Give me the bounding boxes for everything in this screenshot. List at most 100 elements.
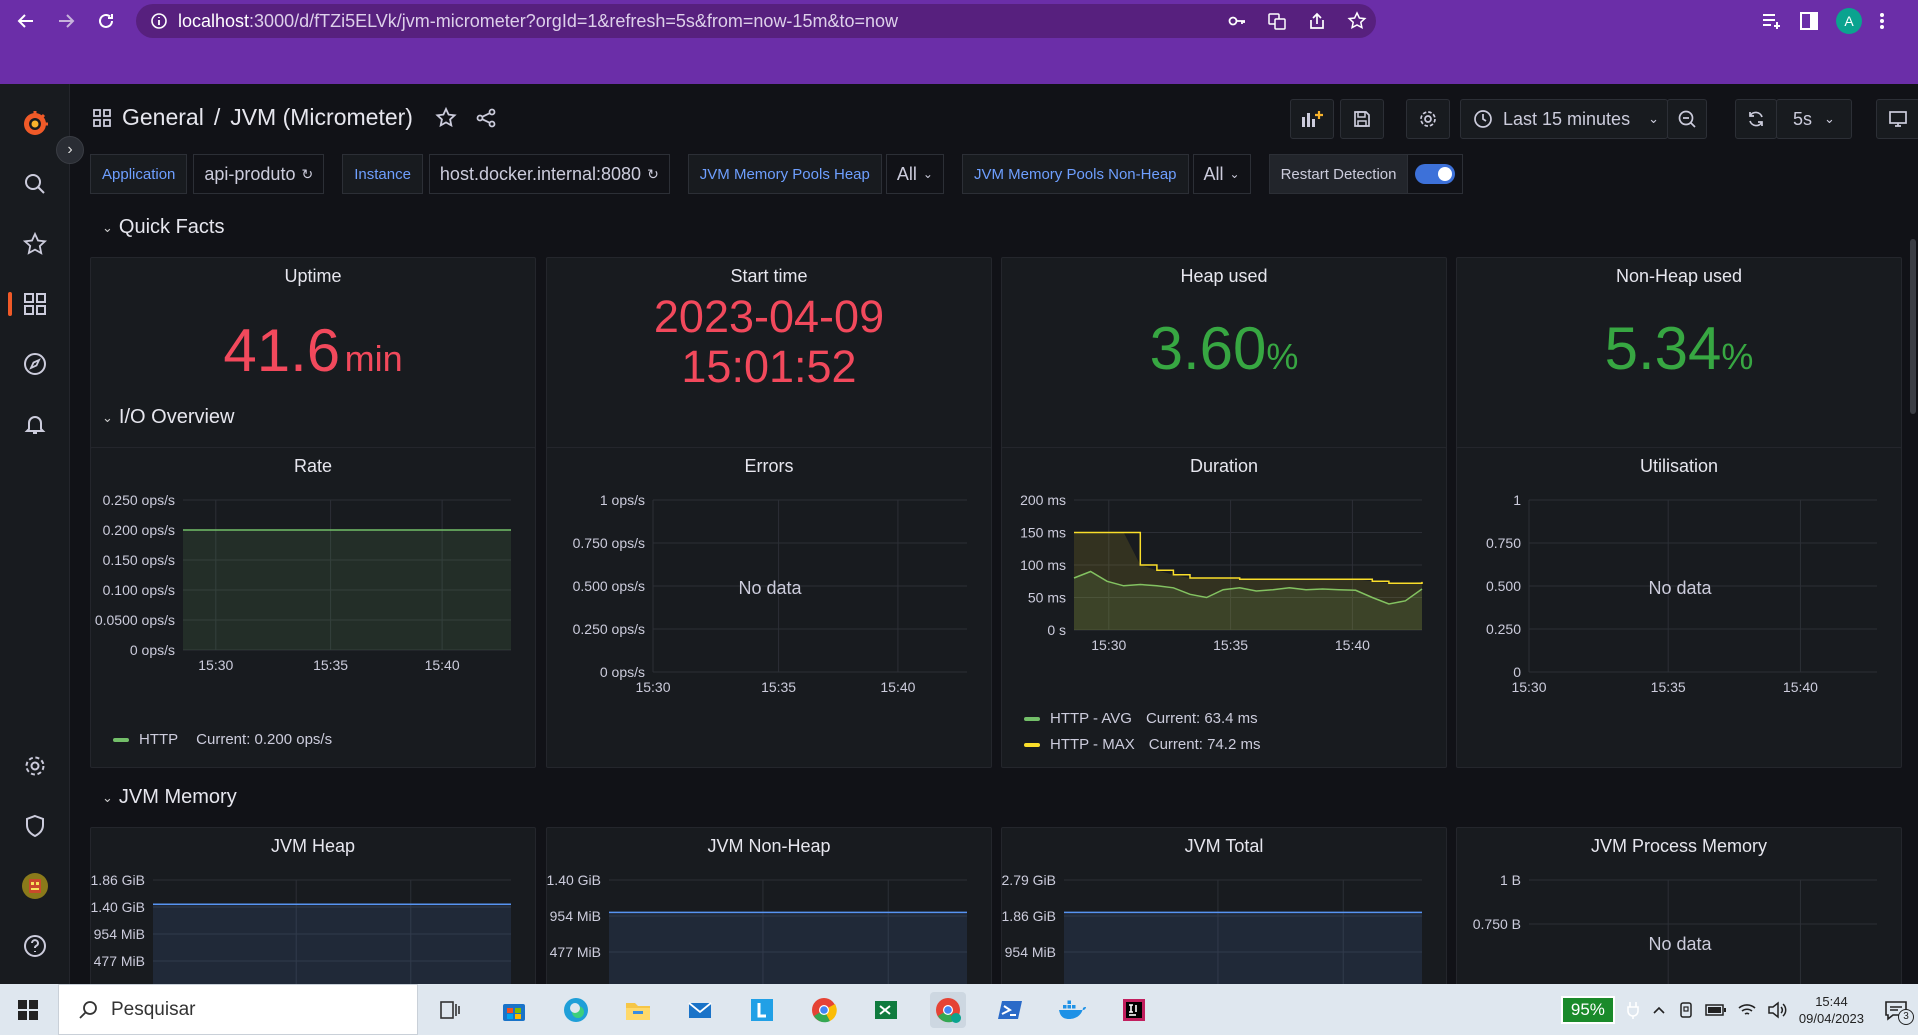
y-tick-label: 150 ms bbox=[1020, 525, 1066, 541]
reading-list-icon[interactable] bbox=[1760, 10, 1782, 32]
mail-icon[interactable] bbox=[682, 992, 718, 1028]
lens-app-icon[interactable] bbox=[744, 992, 780, 1028]
user-avatar-icon[interactable] bbox=[0, 866, 70, 906]
windows-start-button[interactable] bbox=[0, 984, 56, 1035]
back-button[interactable] bbox=[6, 1, 46, 41]
battery-icon[interactable] bbox=[1705, 1003, 1727, 1017]
explore-compass-icon[interactable] bbox=[0, 344, 70, 384]
panel-title-uptime: Uptime bbox=[284, 266, 342, 286]
panel-jvm-process-memory[interactable]: JVM Process Memory 1 B 0.750 B No data bbox=[1456, 827, 1902, 997]
share-icon[interactable] bbox=[1306, 10, 1328, 32]
docker-icon[interactable] bbox=[1054, 992, 1090, 1028]
powershell-icon[interactable] bbox=[992, 992, 1028, 1028]
panel-heap-used[interactable]: Heap used 3.60% bbox=[1001, 257, 1447, 473]
panel-jvm-heap[interactable]: JVM Heap 1.86 GiB 1.40 GiB 954 MiB 477 MiB bbox=[90, 827, 536, 997]
dashboard-title[interactable]: JVM (Micrometer) bbox=[230, 104, 413, 131]
configuration-gear-icon[interactable] bbox=[0, 746, 70, 786]
grafana-logo-icon[interactable] bbox=[0, 104, 70, 144]
wifi-icon[interactable] bbox=[1737, 1002, 1757, 1018]
panel-errors[interactable]: Errors 1 ops/s 0.750 ops/s 0.500 ops/s 0.25… bbox=[546, 447, 992, 768]
save-dashboard-button[interactable] bbox=[1340, 99, 1384, 139]
panel-uptime[interactable]: Uptime 41.6 min bbox=[90, 257, 536, 473]
battery-percentage[interactable]: 95% bbox=[1560, 995, 1615, 1024]
chrome-icon[interactable] bbox=[806, 992, 842, 1028]
variable-select-instance[interactable]: host.docker.internal:8080 ↻ bbox=[428, 154, 670, 194]
toggle-switch[interactable] bbox=[1415, 164, 1456, 184]
panel-start-time[interactable]: Start time 2023-04-09 15:01:52 bbox=[546, 257, 992, 473]
server-admin-shield-icon[interactable] bbox=[0, 806, 70, 846]
add-panel-button[interactable] bbox=[1290, 99, 1334, 139]
x-tick-label: 15:35 bbox=[1213, 637, 1248, 653]
dashboards-icon[interactable] bbox=[0, 284, 70, 324]
row-quick-facts[interactable]: ⌄ Quick Facts bbox=[102, 216, 224, 239]
key-icon[interactable] bbox=[1226, 10, 1248, 32]
side-panel-icon[interactable] bbox=[1798, 10, 1820, 32]
site-info-icon[interactable] bbox=[150, 12, 168, 30]
variable-label-memory-pools-heap: JVM Memory Pools Heap bbox=[687, 154, 882, 194]
stat-uptime-unit: min bbox=[344, 338, 403, 379]
task-view-icon[interactable] bbox=[432, 992, 468, 1028]
starred-icon[interactable] bbox=[0, 224, 70, 264]
file-explorer-icon[interactable] bbox=[620, 992, 656, 1028]
panel-jvm-total[interactable]: JVM Total 2.79 GiB 1.86 GiB 954 MiB bbox=[1001, 827, 1447, 997]
chrome-profile-icon[interactable] bbox=[930, 992, 966, 1028]
legend-duration-avg[interactable]: HTTP - AVG Current: 63.4 ms bbox=[1024, 710, 1258, 727]
chevron-up-icon[interactable] bbox=[1651, 1002, 1667, 1018]
x-tick-label: 15:30 bbox=[198, 657, 233, 673]
intellij-idea-icon[interactable] bbox=[1116, 992, 1152, 1028]
panel-duration[interactable]: Duration 200 ms 150 ms 100 ms 50 ms 0 s 15:30… bbox=[1001, 447, 1447, 768]
refresh-interval-picker[interactable]: 5s ⌄ bbox=[1776, 99, 1852, 139]
browser-menu-icon[interactable] bbox=[1878, 10, 1886, 32]
panel-title-start-time: Start time bbox=[730, 266, 808, 286]
help-icon[interactable] bbox=[0, 926, 70, 966]
search-icon[interactable] bbox=[0, 164, 70, 204]
volume-icon[interactable] bbox=[1767, 1000, 1789, 1019]
zoom-out-button[interactable] bbox=[1667, 99, 1707, 139]
device-icon[interactable] bbox=[1677, 1001, 1695, 1019]
share-dashboard-icon[interactable] bbox=[475, 107, 497, 129]
restart-detection-toggle[interactable] bbox=[1407, 154, 1464, 194]
taskbar-clock[interactable]: 15:44 09/04/2023 bbox=[1799, 993, 1864, 1027]
forward-button[interactable] bbox=[46, 1, 86, 41]
panel-utilisation[interactable]: Utilisation 1 0.750 0.500 0.250 0 15:30 15:35 1… bbox=[1456, 447, 1902, 768]
notifications-icon[interactable]: 3 bbox=[1884, 999, 1914, 1025]
address-bar[interactable]: localhost:3000/d/fTZi5ELVk/jvm-micromete… bbox=[136, 4, 1376, 38]
legend-swatch-http bbox=[113, 737, 129, 742]
dashboard-settings-button[interactable] bbox=[1406, 99, 1450, 139]
translate-icon[interactable] bbox=[1266, 10, 1288, 32]
legend-duration-max[interactable]: HTTP - MAX Current: 74.2 ms bbox=[1024, 736, 1260, 753]
y-tick-label: 0.750 B bbox=[1473, 916, 1521, 932]
alerting-bell-icon[interactable] bbox=[0, 404, 70, 444]
panel-non-heap-used[interactable]: Non-Heap used 5.34% bbox=[1456, 257, 1902, 473]
legend-rate[interactable]: HTTP Current: 0.200 ops/s bbox=[113, 731, 332, 748]
mark-favorite-star-icon[interactable] bbox=[435, 106, 457, 129]
edge-browser-icon[interactable] bbox=[558, 992, 594, 1028]
panel-rate[interactable]: Rate 0.250 ops/s 0.200 ops/s 0.150 ops/s 0.… bbox=[90, 447, 536, 768]
tv-mode-button[interactable] bbox=[1876, 99, 1918, 139]
breadcrumb-folder[interactable]: General bbox=[122, 104, 204, 131]
taskbar-search[interactable]: Pesquisar bbox=[58, 984, 418, 1035]
expand-menu-chevron-icon[interactable]: › bbox=[56, 136, 84, 164]
reload-button[interactable] bbox=[86, 1, 126, 41]
variable-select-memory-pools-heap[interactable]: All ⌄ bbox=[885, 154, 944, 194]
add-panel-icon bbox=[1302, 111, 1323, 127]
variable-select-application[interactable]: api-produto ↻ bbox=[193, 154, 325, 194]
spreadsheet-app-icon[interactable] bbox=[868, 992, 904, 1028]
microsoft-store-icon[interactable] bbox=[496, 992, 532, 1028]
variable-select-memory-pools-non-heap[interactable]: All ⌄ bbox=[1192, 154, 1251, 194]
row-io-overview[interactable]: ⌄ I/O Overview bbox=[102, 406, 234, 429]
panel-title-rate: Rate bbox=[293, 456, 333, 476]
panel-title-errors: Errors bbox=[744, 456, 794, 476]
profile-avatar[interactable]: A bbox=[1836, 8, 1862, 34]
panel-title-non-heap-used: Non-Heap used bbox=[1615, 266, 1743, 286]
panel-jvm-non-heap[interactable]: JVM Non-Heap 1.40 GiB 954 MiB 477 MiB bbox=[546, 827, 992, 997]
time-range-picker[interactable]: Last 15 minutes ⌄ bbox=[1460, 99, 1668, 139]
refresh-dashboard-button[interactable] bbox=[1735, 99, 1777, 139]
row-jvm-memory[interactable]: ⌄ JVM Memory bbox=[102, 786, 237, 809]
y-tick-label: 1.86 GiB bbox=[91, 872, 145, 888]
page-scrollbar[interactable] bbox=[1910, 239, 1916, 414]
loading-icon: ↻ bbox=[301, 165, 314, 182]
url-host: localhost bbox=[178, 10, 250, 31]
chart-jvm-total: 2.79 GiB 1.86 GiB 954 MiB bbox=[1002, 872, 1422, 996]
bookmark-star-icon[interactable] bbox=[1346, 10, 1368, 32]
